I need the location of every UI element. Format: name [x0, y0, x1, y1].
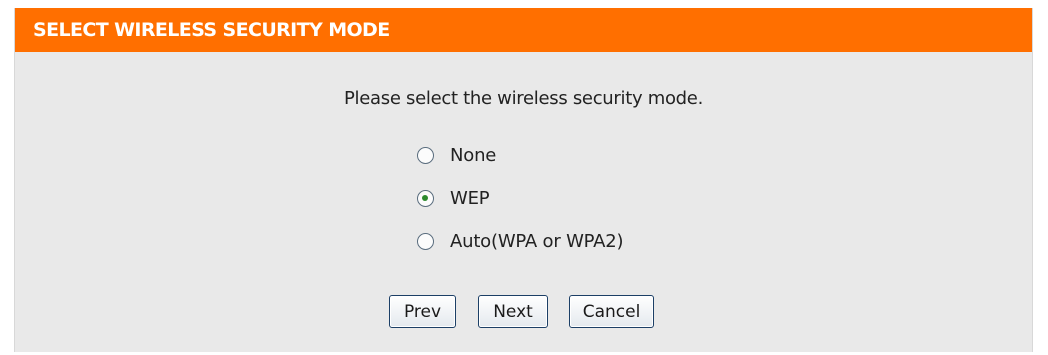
- next-button[interactable]: Next: [478, 295, 548, 328]
- cancel-button[interactable]: Cancel: [569, 295, 654, 328]
- radio-label-none[interactable]: None: [450, 145, 496, 166]
- radio-option-auto-wpa[interactable]: Auto(WPA or WPA2): [417, 228, 624, 254]
- radio-option-none[interactable]: None: [417, 142, 496, 168]
- radio-label-wep[interactable]: WEP: [450, 188, 490, 209]
- prev-button[interactable]: Prev: [389, 295, 456, 328]
- section-header: SELECT WIRELESS SECURITY MODE: [15, 8, 1032, 52]
- radio-option-wep[interactable]: WEP: [417, 185, 490, 211]
- radio-wep[interactable]: [417, 189, 434, 207]
- radio-none[interactable]: [417, 146, 434, 164]
- radio-auto-wpa[interactable]: [417, 232, 434, 250]
- radio-label-auto-wpa[interactable]: Auto(WPA or WPA2): [450, 231, 624, 252]
- security-mode-panel: SELECT WIRELESS SECURITY MODE Please sel…: [14, 8, 1033, 352]
- instruction-text: Please select the wireless security mode…: [343, 88, 703, 109]
